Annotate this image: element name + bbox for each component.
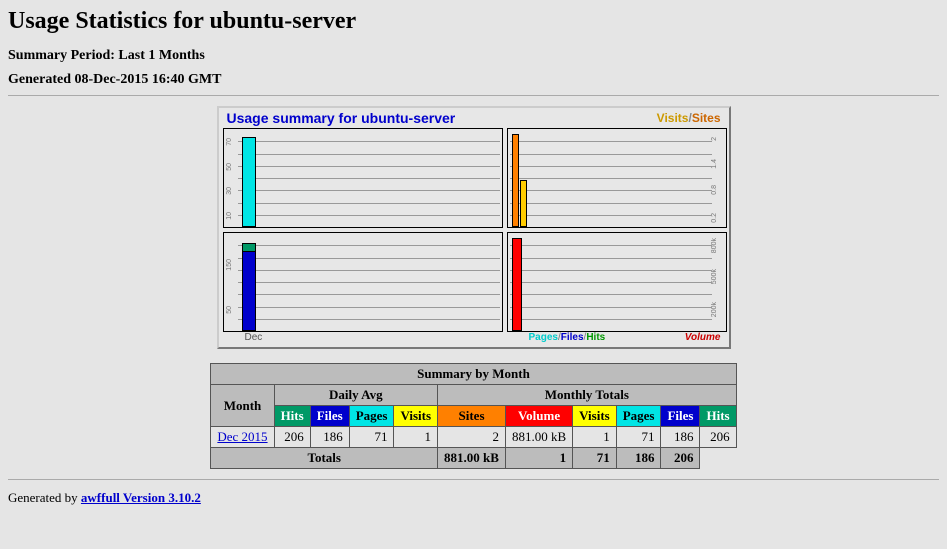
bar-files-dec (242, 251, 256, 331)
cell-d-visits: 1 (394, 427, 438, 448)
cell-m-hits: 206 (700, 427, 736, 448)
chart-legend-volume: Volume (651, 332, 721, 343)
col-visits: Visits (394, 406, 438, 427)
summary-period: Summary Period: Last 1 Months (8, 47, 939, 65)
chart-legend-top: Visits/Sites (657, 111, 721, 125)
col-pages: Pages (349, 406, 394, 427)
col-hits: Hits (274, 406, 310, 427)
col-visits2: Visits (573, 406, 617, 427)
tot-hits: 206 (661, 448, 700, 469)
usage-chart: Usage summary for ubuntu-server Visits/S… (217, 106, 731, 349)
cell-m-volume: 881.00 kB (505, 427, 572, 448)
cell-m-files: 186 (661, 427, 700, 448)
cell-d-pages: 71 (349, 427, 394, 448)
month-link[interactable]: Dec 2015 (217, 429, 267, 444)
col-pages2: Pages (616, 406, 661, 427)
col-volume: Volume (505, 406, 572, 427)
chart-panel-volume: 200k 500k 800k (507, 232, 727, 332)
cell-m-visits: 1 (573, 427, 617, 448)
divider (8, 479, 939, 480)
table-caption: Summary by Month (211, 364, 736, 385)
bar-visits-dec (520, 180, 527, 227)
bar-sites-dec (512, 134, 519, 227)
table-row: Dec 2015 206 186 71 1 2 881.00 kB 1 71 1… (211, 427, 736, 448)
bar-pages-dec (242, 137, 256, 227)
tot-files: 186 (616, 448, 661, 469)
col-files2: Files (661, 406, 700, 427)
col-month: Month (211, 385, 274, 427)
cell-m-sites: 2 (438, 427, 506, 448)
totals-label: Totals (211, 448, 438, 469)
tot-volume: 881.00 kB (438, 448, 506, 469)
cell-m-pages: 71 (616, 427, 661, 448)
col-sites: Sites (438, 406, 506, 427)
cell-d-files: 186 (310, 427, 349, 448)
chart-panel-visits-sites: 0.2 0.8 1.4 2 (507, 128, 727, 228)
totals-row: Totals 881.00 kB 1 71 186 206 (211, 448, 736, 469)
page-title: Usage Statistics for ubuntu-server (8, 8, 939, 35)
chart-legend-bottom: Pages/Files/Hits (525, 332, 651, 343)
tot-visits: 1 (505, 448, 572, 469)
summary-table: Summary by Month Month Daily Avg Monthly… (210, 363, 736, 469)
cell-d-hits: 206 (274, 427, 310, 448)
chart-panel-pages: 10 30 50 70 (223, 128, 503, 228)
col-group-monthly: Monthly Totals (438, 385, 737, 406)
col-group-daily: Daily Avg (274, 385, 437, 406)
col-hits2: Hits (700, 406, 736, 427)
col-files: Files (310, 406, 349, 427)
footer: Generated by awffull Version 3.10.2 (8, 490, 939, 506)
chart-xlabel: Dec (227, 332, 525, 343)
chart-panel-hits-files: 50 150 (223, 232, 503, 332)
bar-volume-dec (512, 238, 522, 331)
generated-timestamp: Generated 08-Dec-2015 16:40 GMT (8, 71, 939, 89)
awffull-link[interactable]: awffull Version 3.10.2 (81, 490, 201, 505)
chart-title: Usage summary for ubuntu-server (227, 110, 456, 126)
divider (8, 95, 939, 96)
tot-pages: 71 (573, 448, 617, 469)
